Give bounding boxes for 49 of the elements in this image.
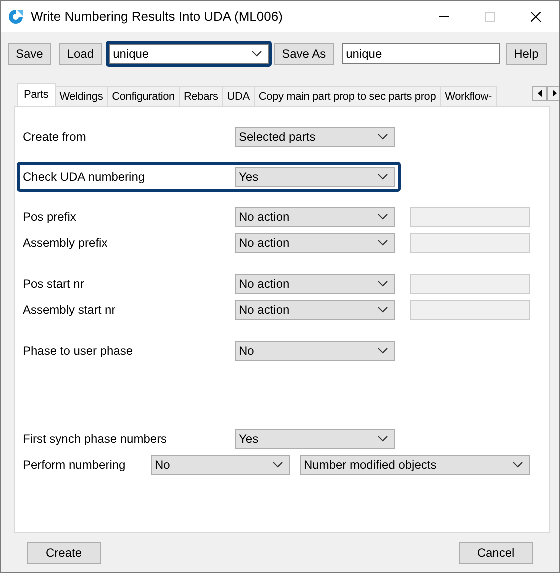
dropdown[interactable]: No action	[235, 233, 395, 253]
dropdown[interactable]: Number modified objects	[300, 455, 530, 475]
dropdown[interactable]: Yes	[235, 167, 395, 187]
scroll-right-button[interactable]	[547, 86, 559, 101]
help-button[interactable]: Help	[506, 42, 547, 64]
caret-icon	[378, 214, 388, 220]
field-label: First synch phase numbers	[23, 432, 168, 446]
caret-icon	[378, 134, 388, 140]
dropdown[interactable]: No action	[235, 274, 395, 294]
caret-icon	[252, 50, 262, 56]
dropdown[interactable]: No	[235, 341, 395, 361]
dropdown[interactable]: Selected parts	[235, 127, 395, 147]
caret-icon	[273, 462, 283, 468]
field-label: Assembly prefix	[23, 236, 109, 250]
dropdown[interactable]: No action	[235, 207, 395, 227]
tab[interactable]: Parts	[17, 83, 56, 106]
caret-icon	[378, 174, 388, 180]
load-button[interactable]: Load	[59, 42, 102, 64]
field-label: Phase to user phase	[23, 344, 134, 358]
tab[interactable]: Workflow-	[440, 86, 498, 106]
field-label: Check UDA numbering	[23, 170, 146, 184]
caret-icon	[513, 462, 523, 468]
field-label: Assembly start nr	[23, 303, 117, 317]
cancel-button[interactable]: Cancel	[459, 542, 533, 564]
left-triangle-icon	[538, 90, 542, 97]
field-label: Perform numbering	[23, 458, 127, 472]
caret-icon	[378, 240, 388, 246]
app-logo-icon	[8, 8, 24, 24]
caret-icon	[378, 307, 388, 313]
save-as-button[interactable]: Save As	[274, 42, 334, 64]
field-label: Pos prefix	[23, 210, 78, 224]
create-button[interactable]: Create	[27, 542, 101, 564]
caret-icon	[378, 348, 388, 354]
scroll-left-button[interactable]	[532, 86, 547, 101]
dropdown[interactable]: Yes	[235, 429, 395, 449]
caret-icon	[378, 281, 388, 287]
preset-dropdown[interactable]: unique	[109, 44, 270, 64]
minimize-icon	[439, 16, 449, 17]
dropdown[interactable]: No	[151, 455, 290, 475]
dropdown[interactable]: No action	[235, 300, 395, 320]
right-triangle-icon	[552, 90, 556, 97]
save-button[interactable]: Save	[8, 42, 52, 64]
name-field[interactable]: unique	[342, 43, 500, 64]
field-label: Pos start nr	[23, 277, 86, 291]
window-title: Write Numbering Results Into UDA (ML006)	[31, 9, 283, 24]
maximize-icon	[485, 12, 495, 22]
field-label: Create from	[23, 130, 88, 144]
caret-icon	[378, 436, 388, 442]
close-icon	[531, 12, 541, 22]
